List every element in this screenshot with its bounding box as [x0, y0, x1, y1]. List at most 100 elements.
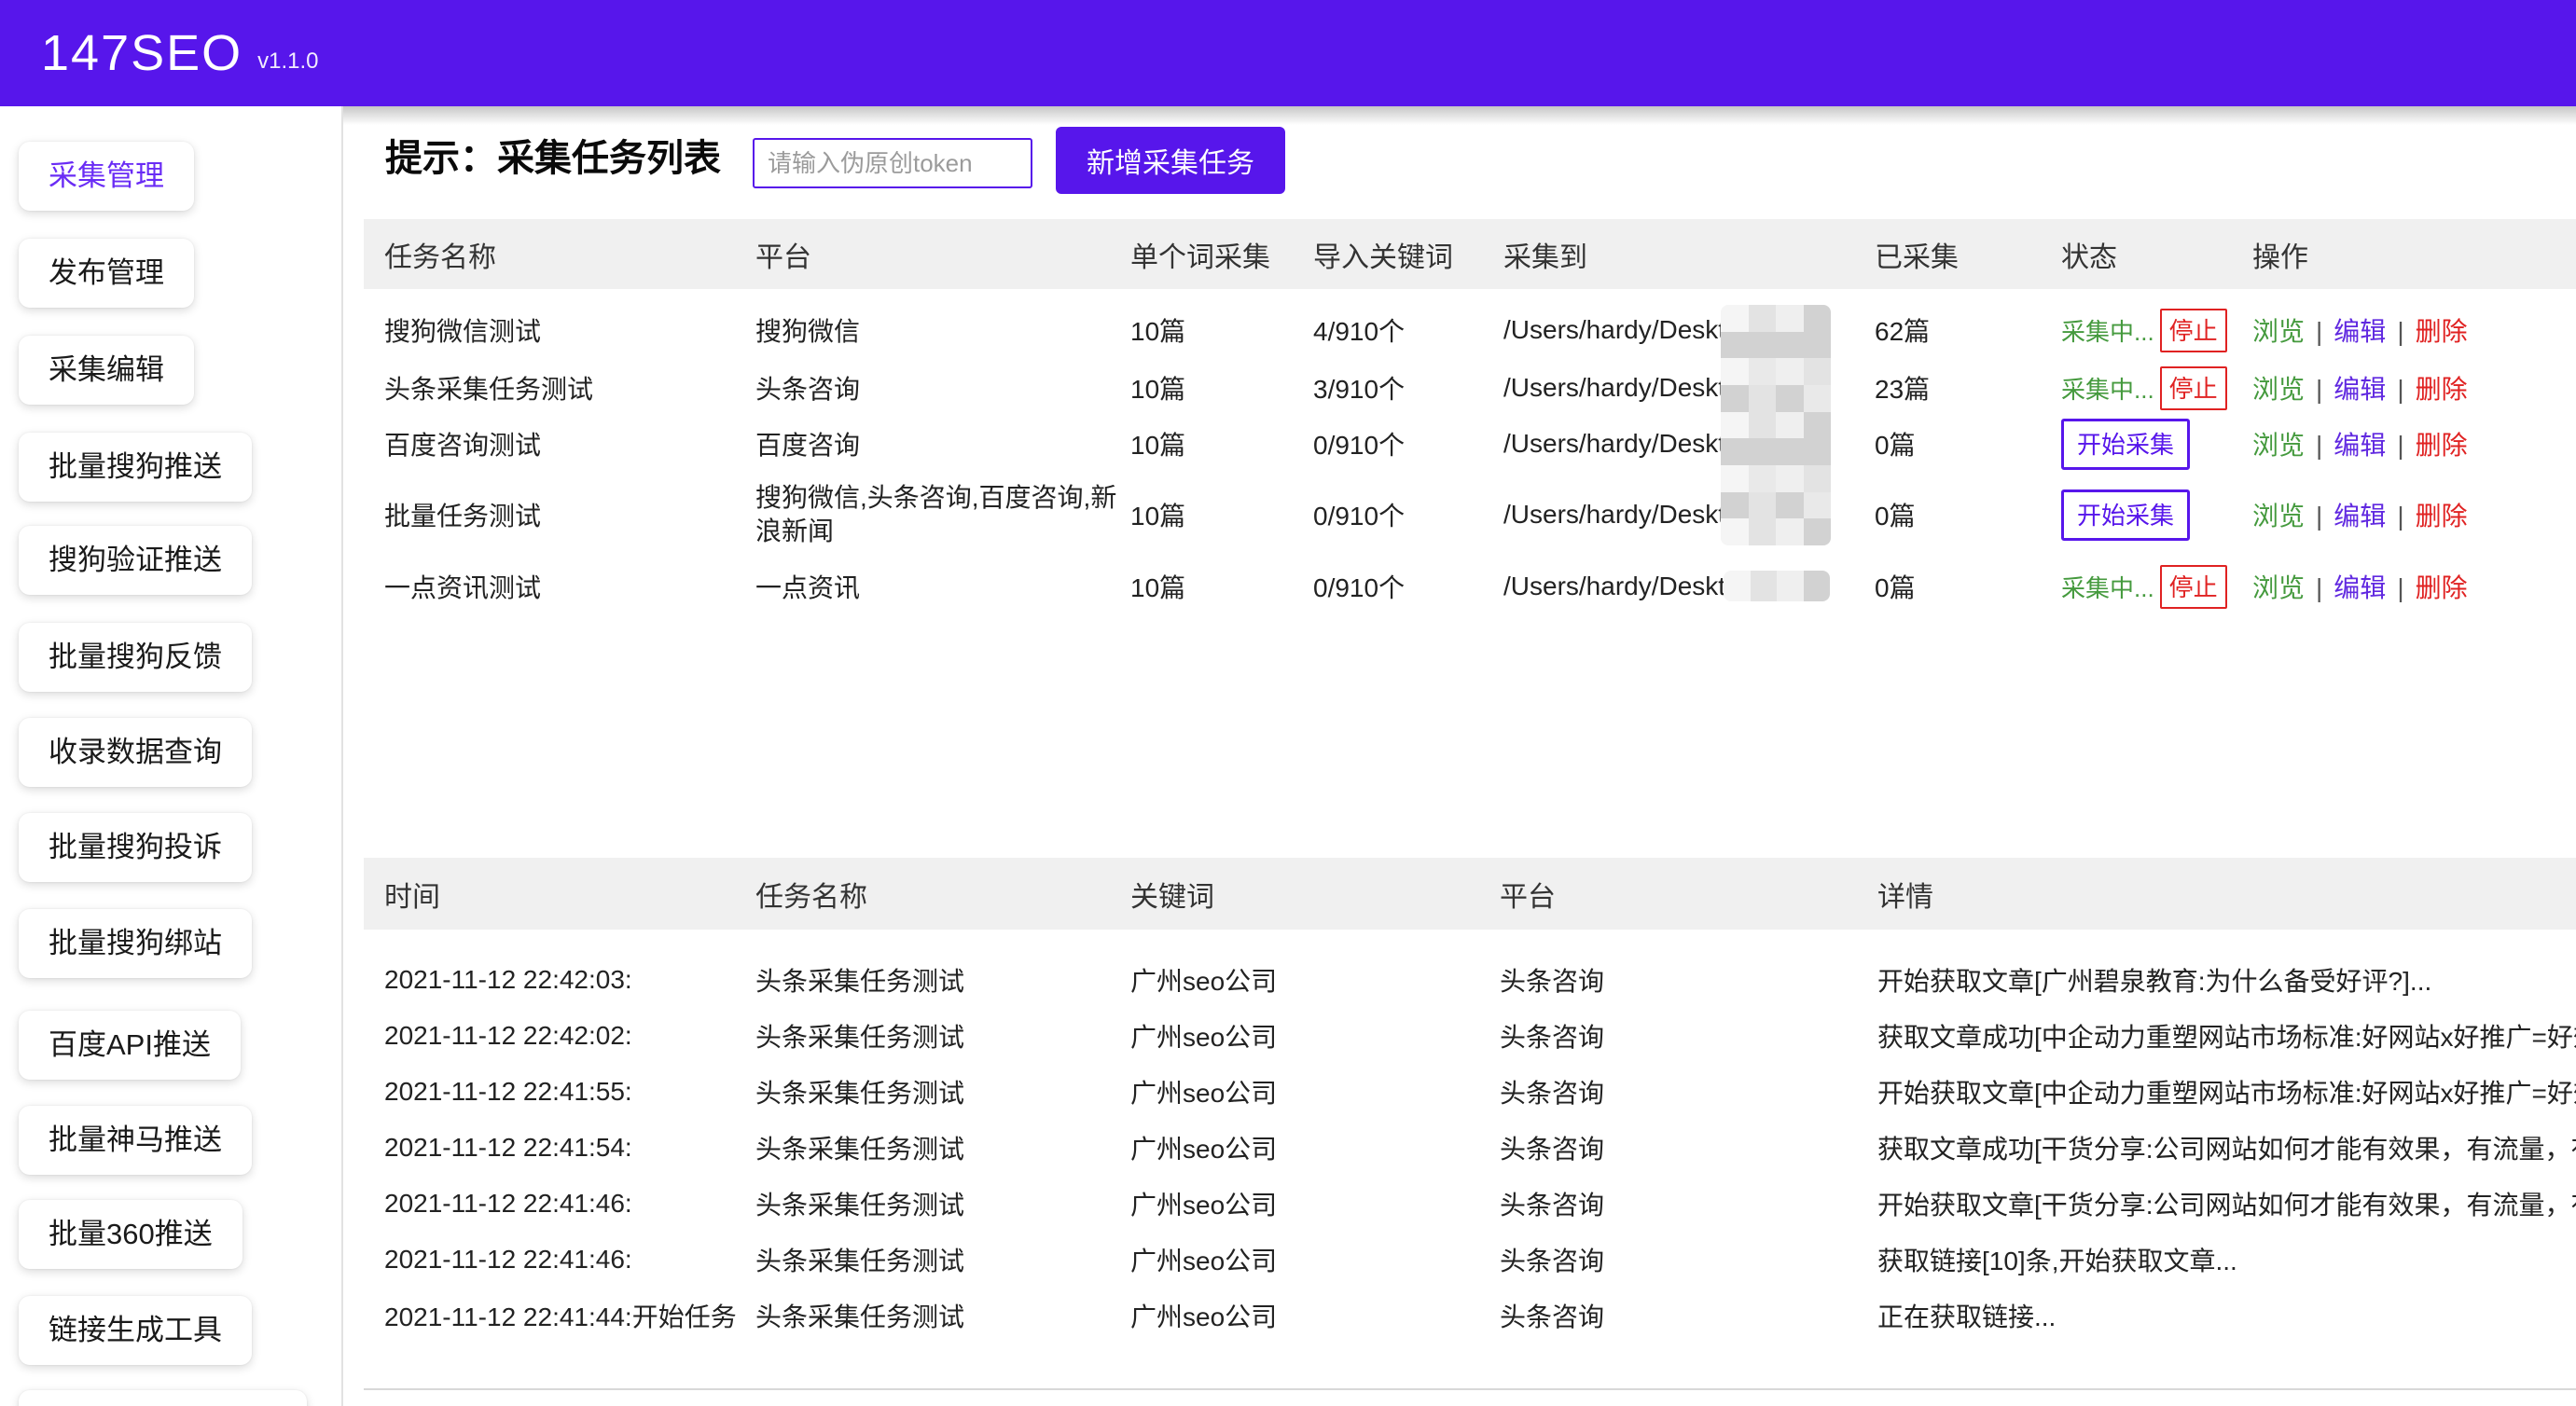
- log-time: 2021-11-12 22:41:55:: [384, 1077, 755, 1107]
- content-bottom-divider: [364, 1388, 2576, 1390]
- sidebar-item-publish-manage[interactable]: 发布管理: [19, 239, 194, 308]
- log-task: 头条采集任务测试: [755, 1297, 1130, 1334]
- view-link[interactable]: 浏览: [2252, 431, 2305, 460]
- action-separator: |: [2316, 375, 2322, 404]
- sidebar-item-batch-sogou-complaint[interactable]: 批量搜狗投诉: [19, 813, 252, 882]
- task-per-word: 10篇: [1130, 496, 1313, 533]
- log-task: 头条采集任务测试: [755, 1073, 1130, 1110]
- sidebar-item-collect-edit[interactable]: 采集编辑: [19, 336, 194, 405]
- sidebar-item-batch-360-push[interactable]: 批量360推送: [19, 1200, 242, 1269]
- view-link[interactable]: 浏览: [2252, 317, 2305, 346]
- sidebar-item-link-generator[interactable]: 链接生成工具: [19, 1296, 252, 1365]
- app-header: 147SEO v1.1.0: [0, 0, 2576, 106]
- app-window: 147SEO v1.1.0 采集管理 发布管理 采集编辑 批量搜狗推送 搜狗验证…: [0, 0, 2576, 1406]
- task-status: 开始采集: [2061, 419, 2252, 470]
- log-detail: 获取文章成功[干货分享:公司网站如何才能有效果，有流量，有访客...: [1877, 1129, 2576, 1166]
- log-keyword: 广州seo公司: [1130, 1297, 1500, 1334]
- stop-button[interactable]: 停止: [2160, 309, 2227, 352]
- delete-link[interactable]: 删除: [2416, 317, 2468, 346]
- delete-link[interactable]: 删除: [2416, 375, 2468, 404]
- stop-button[interactable]: 停止: [2160, 366, 2227, 410]
- log-row: 2021-11-12 22:41:54: 头条采集任务测试 广州seo公司 头条…: [364, 1120, 2576, 1176]
- token-input[interactable]: [753, 138, 1032, 188]
- brand-logo: 147SEO: [41, 24, 242, 82]
- sidebar-item-batch-sogou-push[interactable]: 批量搜狗推送: [19, 433, 252, 502]
- action-separator: |: [2397, 317, 2403, 346]
- view-link[interactable]: 浏览: [2252, 375, 2305, 404]
- view-link[interactable]: 浏览: [2252, 502, 2305, 531]
- sidebar-item-batch-shenma-push[interactable]: 批量神马推送: [19, 1106, 252, 1175]
- task-per-word: 10篇: [1130, 369, 1313, 407]
- table-row: 百度咨询测试 百度咨询 10篇 0/910个 /Users/hardy/Desk…: [364, 416, 2576, 472]
- task-per-word: 10篇: [1130, 425, 1313, 462]
- start-collect-button[interactable]: 开始采集: [2061, 489, 2190, 541]
- log-keyword: 广州seo公司: [1130, 1129, 1500, 1166]
- col-target-path: 采集到: [1503, 234, 1875, 275]
- log-detail: 获取文章成功[中企动力重塑网站市场标准:好网站x好推广=好效果]: [1877, 1017, 2576, 1054]
- task-status: 采集中... 停止: [2061, 309, 2252, 352]
- edit-link[interactable]: 编辑: [2334, 317, 2386, 346]
- log-platform: 头条咨询: [1500, 1241, 1877, 1278]
- log-keyword: 广州seo公司: [1130, 1185, 1500, 1222]
- redacted-path-mosaic: [1724, 571, 1830, 601]
- col-time: 时间: [384, 874, 755, 915]
- log-detail: 获取链接[10]条,开始获取文章...: [1877, 1241, 2576, 1278]
- sidebar-item-collect-manage[interactable]: 采集管理: [19, 142, 194, 211]
- sidebar-item-index-data-query[interactable]: 收录数据查询: [19, 718, 252, 787]
- log-row: 2021-11-12 22:41:55: 头条采集任务测试 广州seo公司 头条…: [364, 1064, 2576, 1120]
- stop-button[interactable]: 停止: [2160, 565, 2227, 609]
- sidebar-item-sogou-verify-push[interactable]: 搜狗验证推送: [19, 526, 252, 595]
- col-keywords: 导入关键词: [1313, 234, 1503, 275]
- task-name: 批量任务测试: [384, 496, 755, 533]
- log-task: 头条采集任务测试: [755, 961, 1130, 999]
- edit-link[interactable]: 编辑: [2334, 431, 2386, 460]
- task-platform: 搜狗微信: [755, 311, 1130, 349]
- log-time: 2021-11-12 22:41:46:: [384, 1189, 755, 1219]
- version-label: v1.1.0: [257, 48, 318, 75]
- log-task: 头条采集任务测试: [755, 1241, 1130, 1278]
- page-title: 提示：采集任务列表: [385, 138, 721, 179]
- table-row: 头条采集任务测试 头条咨询 10篇 3/910个 /Users/hardy/De…: [364, 360, 2576, 416]
- task-name: 一点资讯测试: [384, 568, 755, 605]
- task-name: 百度咨询测试: [384, 425, 755, 462]
- log-task: 头条采集任务测试: [755, 1185, 1130, 1222]
- action-separator: |: [2316, 502, 2322, 531]
- status-collecting-label: 采集中...: [2061, 371, 2154, 406]
- sidebar-divider: [341, 106, 343, 1406]
- add-task-button[interactable]: 新增采集任务: [1056, 127, 1285, 194]
- view-link[interactable]: 浏览: [2252, 573, 2305, 602]
- delete-link[interactable]: 删除: [2416, 502, 2468, 531]
- start-collect-button[interactable]: 开始采集: [2061, 419, 2190, 470]
- delete-link[interactable]: 删除: [2416, 573, 2468, 602]
- sidebar-item-batch-sogou-feedback[interactable]: 批量搜狗反馈: [19, 623, 252, 692]
- log-row: 2021-11-12 22:41:44:开始任务 头条采集任务测试 广州seo公…: [364, 1288, 2576, 1344]
- col-task-name: 任务名称: [384, 234, 755, 275]
- col-actions: 操作: [2252, 234, 2576, 275]
- table-row: 一点资讯测试 一点资讯 10篇 0/910个 /Users/hardy/Desk…: [364, 558, 2576, 615]
- edit-link[interactable]: 编辑: [2334, 573, 2386, 602]
- task-actions: 浏览|编辑|删除: [2252, 568, 2576, 605]
- log-platform: 头条咨询: [1500, 1017, 1877, 1054]
- task-platform: 一点资讯: [755, 568, 1130, 605]
- log-detail: 开始获取文章[广州碧泉教育:为什么备受好评?]...: [1877, 961, 2576, 999]
- log-task: 头条采集任务测试: [755, 1017, 1130, 1054]
- edit-link[interactable]: 编辑: [2334, 502, 2386, 531]
- sidebar-item-partial[interactable]: [19, 1390, 307, 1406]
- task-status: 开始采集: [2061, 489, 2252, 541]
- task-keywords: 3/910个: [1313, 369, 1503, 407]
- edit-link[interactable]: 编辑: [2334, 375, 2386, 404]
- status-collecting-label: 采集中...: [2061, 313, 2154, 348]
- task-per-word: 10篇: [1130, 568, 1313, 605]
- task-per-word: 10篇: [1130, 311, 1313, 349]
- log-keyword: 广州seo公司: [1130, 1017, 1500, 1054]
- task-platform: 搜狗微信,头条咨询,百度咨询,新浪新闻: [755, 481, 1130, 548]
- sidebar-item-batch-sogou-bind[interactable]: 批量搜狗绑站: [19, 909, 252, 978]
- task-keywords: 0/910个: [1313, 568, 1503, 605]
- log-time: 2021-11-12 22:42:02:: [384, 1021, 755, 1051]
- table-row: 批量任务测试 搜狗微信,头条咨询,百度咨询,新浪新闻 10篇 0/910个 /U…: [364, 472, 2576, 558]
- log-time: 2021-11-12 22:42:03:: [384, 965, 755, 995]
- sidebar-item-baidu-api-push[interactable]: 百度API推送: [19, 1011, 241, 1080]
- delete-link[interactable]: 删除: [2416, 431, 2468, 460]
- task-collected: 23篇: [1875, 369, 2061, 407]
- action-separator: |: [2316, 431, 2322, 460]
